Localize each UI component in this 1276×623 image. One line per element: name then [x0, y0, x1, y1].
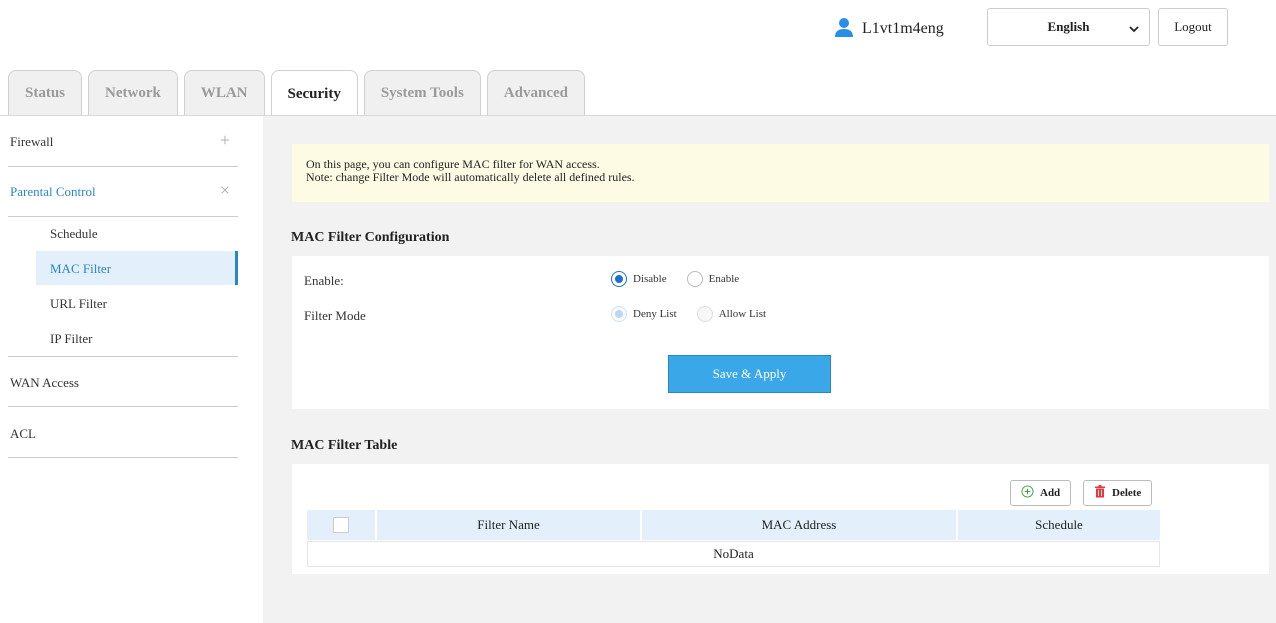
main-tabs: Status Network WLAN Security System Tool… [8, 70, 585, 117]
radio-allow-list[interactable] [696, 306, 713, 322]
filter-mode-label: Filter Mode [304, 308, 366, 323]
radio-enable-label: Enable [708, 273, 740, 285]
logout-button[interactable]: Logout [1158, 8, 1228, 46]
enable-label: Enable: [304, 273, 344, 288]
sidebar-item-label: Parental Control [10, 184, 96, 199]
radio-disable[interactable] [611, 271, 627, 287]
language-value: English [1047, 19, 1090, 34]
add-button[interactable]: Add [1010, 480, 1072, 506]
filter-mode-radio-group: Deny List Allow List [611, 306, 780, 322]
radio-deny-list[interactable] [611, 306, 627, 322]
plus-circle-icon [1021, 485, 1034, 501]
user-info: L1vt1m4eng [834, 17, 944, 41]
divider [8, 216, 238, 217]
column-header-mac-address[interactable]: MAC Address [642, 510, 958, 540]
enable-radio-group: Disable Enable [611, 271, 753, 287]
sidebar-subitem-url-filter[interactable]: URL Filter [50, 296, 107, 312]
sidebar-item-label: Firewall [10, 134, 54, 149]
divider [8, 166, 238, 167]
note-line: Note: change Filter Mode will automatica… [306, 170, 635, 184]
tab-system-tools[interactable]: System Tools [363, 70, 481, 116]
divider [8, 406, 238, 407]
sidebar-item-acl[interactable]: ACL [10, 426, 238, 442]
sidebar-item-parental-control[interactable]: Parental Control × [10, 180, 238, 200]
tab-wlan[interactable]: WLAN [183, 70, 265, 116]
plus-icon[interactable]: + [220, 130, 230, 151]
user-icon [834, 17, 854, 41]
info-note: On this page, you can configure MAC filt… [292, 144, 1269, 202]
close-icon[interactable]: × [220, 180, 230, 201]
divider [8, 457, 238, 458]
delete-button-label: Delete [1112, 487, 1142, 499]
column-header-filter-name[interactable]: Filter Name [377, 510, 642, 540]
radio-disable-label: Disable [633, 273, 667, 285]
sidebar-item-wan-access[interactable]: WAN Access [10, 375, 238, 391]
divider [8, 356, 238, 357]
column-header-schedule[interactable]: Schedule [958, 510, 1160, 540]
sidebar-subitem-mac-filter[interactable]: MAC Filter [50, 261, 111, 277]
tab-status[interactable]: Status [8, 70, 83, 116]
radio-allow-list-label: Allow List [718, 308, 767, 320]
radio-enable[interactable] [686, 271, 703, 287]
table-card: Add Delete Filter Name MAC Address Sched… [292, 464, 1269, 574]
username: L1vt1m4eng [862, 20, 944, 37]
sidebar-item-firewall[interactable]: Firewall + [10, 130, 238, 150]
trash-icon [1094, 485, 1106, 501]
tab-security[interactable]: Security [270, 70, 358, 117]
sidebar-subitem-schedule[interactable]: Schedule [50, 226, 98, 242]
config-section-title: MAC Filter Configuration [291, 230, 450, 245]
table-empty-row: NoData [307, 541, 1160, 567]
select-all-checkbox[interactable] [333, 517, 349, 533]
chevron-down-icon [1129, 22, 1139, 38]
delete-button[interactable]: Delete [1083, 480, 1153, 506]
save-apply-button[interactable]: Save & Apply [668, 355, 831, 393]
config-card: Enable: Disable Enable Filter Mode Deny … [292, 256, 1269, 409]
sidebar-subitem-ip-filter[interactable]: IP Filter [50, 331, 93, 347]
main-content: On this page, you can configure MAC filt… [263, 116, 1276, 623]
table-section-title: MAC Filter Table [291, 438, 398, 453]
tab-network[interactable]: Network [88, 70, 178, 116]
add-button-label: Add [1040, 487, 1061, 499]
language-select[interactable]: English [987, 8, 1150, 46]
tab-advanced[interactable]: Advanced [486, 70, 585, 116]
header-checkbox-cell [307, 510, 377, 540]
sidebar: Firewall + Parental Control × Schedule [0, 116, 238, 623]
top-header: L1vt1m4eng English Logout [0, 0, 1276, 60]
radio-deny-list-label: Deny List [633, 308, 677, 320]
table-header: Filter Name MAC Address Schedule [307, 510, 1160, 540]
